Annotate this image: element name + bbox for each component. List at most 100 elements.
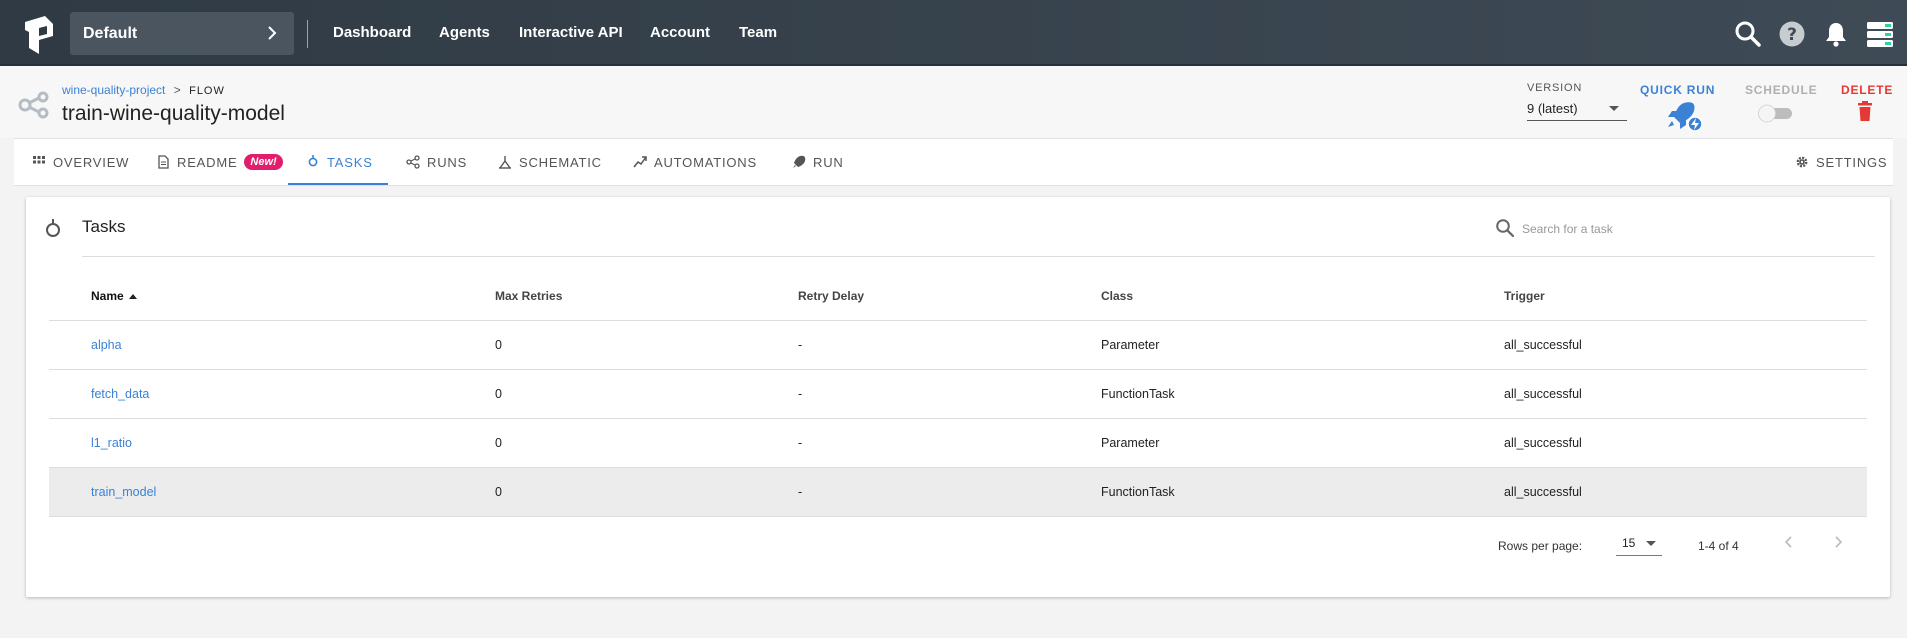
class-cell: FunctionTask: [1101, 485, 1175, 499]
retry-delay-cell: -: [798, 387, 803, 401]
tab-settings-label: SETTINGS: [1816, 154, 1888, 170]
trigger-cell: all_successful: [1504, 485, 1582, 499]
search-icon[interactable]: [1734, 20, 1762, 48]
gear-icon: [1796, 156, 1808, 168]
class-cell: Parameter: [1101, 436, 1160, 450]
top-navbar: Default Dashboard Agents Interactive API…: [0, 0, 1907, 66]
breadcrumb: wine-quality-project > FLOW: [62, 83, 225, 97]
notifications-bell-icon[interactable]: [1822, 20, 1850, 48]
tab-run-label: RUN: [813, 154, 844, 170]
tab-readme-label: README: [177, 154, 238, 170]
flow-header: wine-quality-project > FLOW train-wine-q…: [0, 66, 1907, 138]
pagination-range: 1-4 of 4: [1698, 539, 1739, 553]
table-row[interactable]: l1_ratio 0 - Parameter all_successful: [49, 419, 1867, 468]
table-row[interactable]: alpha 0 - Parameter all_successful: [49, 321, 1867, 370]
breadcrumb-separator: >: [173, 83, 181, 97]
rocket-quick-run-icon[interactable]: [1662, 101, 1704, 133]
version-label: VERSION: [1527, 82, 1583, 94]
delete-label[interactable]: DELETE: [1841, 83, 1893, 97]
tab-overview-label: OVERVIEW: [53, 154, 130, 170]
task-node-icon: [308, 155, 318, 167]
automations-shuffle-icon: [633, 156, 647, 168]
task-name-link[interactable]: alpha: [91, 321, 122, 369]
caret-down-icon: [1646, 541, 1656, 546]
tab-run[interactable]: RUN: [792, 139, 844, 185]
flow-tabs: OVERVIEW README New! TASKS RUNS SCHEMATI…: [14, 138, 1893, 186]
nav-divider: [307, 20, 308, 48]
schedule-label: SCHEDULE: [1745, 83, 1818, 97]
active-tab-indicator: [288, 183, 388, 185]
tab-runs[interactable]: RUNS: [406, 139, 467, 185]
task-node-icon: [46, 219, 60, 237]
new-badge: New!: [244, 154, 283, 170]
tasks-table: Name Max Retries Retry Delay Class Trigg…: [49, 273, 1867, 517]
column-header-retry-delay[interactable]: Retry Delay: [798, 273, 864, 320]
max-retries-cell: 0: [495, 387, 502, 401]
help-icon[interactable]: ?: [1778, 20, 1806, 48]
nav-interactive-api[interactable]: Interactive API: [519, 0, 623, 66]
card-title: Tasks: [82, 217, 126, 236]
max-retries-cell: 0: [495, 436, 502, 450]
column-header-max-retries[interactable]: Max Retries: [495, 273, 562, 320]
table-row[interactable]: fetch_data 0 - FunctionTask all_successf…: [49, 370, 1867, 419]
trigger-cell: all_successful: [1504, 387, 1582, 401]
server-stack-icon[interactable]: [1866, 20, 1894, 48]
schedule-toggle[interactable]: [1757, 103, 1795, 123]
trigger-cell: all_successful: [1504, 436, 1582, 450]
tab-schematic-label: SCHEMATIC: [519, 154, 602, 170]
team-name: Default: [83, 25, 138, 42]
tab-schematic[interactable]: SCHEMATIC: [498, 139, 602, 185]
page-title: train-wine-quality-model: [62, 102, 285, 125]
quick-run-label[interactable]: QUICK RUN: [1640, 83, 1715, 97]
max-retries-cell: 0: [495, 338, 502, 352]
tab-tasks[interactable]: TASKS: [306, 139, 373, 185]
tab-overview[interactable]: OVERVIEW: [32, 139, 129, 185]
rows-per-page-label: Rows per page:: [1498, 539, 1583, 553]
column-header-name[interactable]: Name: [91, 273, 137, 320]
tab-tasks-label: TASKS: [327, 154, 373, 170]
search-icon: [1496, 219, 1515, 238]
svg-text:?: ?: [1787, 25, 1797, 45]
table-row[interactable]: train_model 0 - FunctionTask all_success…: [49, 468, 1867, 517]
chevron-right-icon: [268, 26, 277, 40]
rows-per-page-select[interactable]: 15: [1616, 530, 1662, 556]
sort-ascending-icon: [128, 294, 137, 300]
tab-runs-label: RUNS: [427, 154, 468, 170]
flow-icon: [18, 91, 49, 119]
task-search-input[interactable]: [1520, 215, 1824, 243]
schematic-icon: [499, 156, 511, 169]
breadcrumb-project-link[interactable]: wine-quality-project: [62, 83, 165, 97]
table-header: Name Max Retries Retry Delay Class Trigg…: [49, 273, 1867, 321]
version-value: 9 (latest): [1527, 101, 1578, 116]
task-name-link[interactable]: train_model: [91, 468, 156, 516]
nav-account[interactable]: Account: [650, 0, 710, 66]
divider: [82, 256, 1875, 257]
nav-dashboard[interactable]: Dashboard: [333, 0, 411, 66]
retry-delay-cell: -: [798, 485, 803, 499]
max-retries-cell: 0: [495, 485, 502, 499]
trigger-cell: all_successful: [1504, 338, 1582, 352]
column-header-class[interactable]: Class: [1101, 273, 1133, 320]
prefect-logo-icon[interactable]: [25, 16, 53, 54]
caret-down-icon: [1609, 106, 1619, 111]
breadcrumb-current: FLOW: [189, 85, 225, 97]
tab-readme[interactable]: README New!: [156, 139, 283, 185]
team-selector[interactable]: Default: [70, 12, 294, 55]
column-header-trigger[interactable]: Trigger: [1504, 273, 1545, 320]
tab-settings[interactable]: SETTINGS: [1795, 139, 1887, 185]
nav-agents[interactable]: Agents: [439, 0, 490, 66]
grid-icon: [33, 156, 45, 164]
class-cell: FunctionTask: [1101, 387, 1175, 401]
next-page-icon[interactable]: [1830, 534, 1846, 550]
trash-icon[interactable]: [1857, 100, 1873, 122]
nav-team[interactable]: Team: [739, 0, 777, 66]
retry-delay-cell: -: [798, 436, 803, 450]
tab-automations[interactable]: AUTOMATIONS: [633, 139, 757, 185]
rocket-icon: [793, 155, 806, 168]
task-name-link[interactable]: fetch_data: [91, 370, 149, 418]
version-select[interactable]: 9 (latest): [1527, 99, 1627, 121]
previous-page-icon[interactable]: [1781, 534, 1797, 550]
class-cell: Parameter: [1101, 338, 1160, 352]
retry-delay-cell: -: [798, 338, 803, 352]
task-name-link[interactable]: l1_ratio: [91, 419, 132, 467]
